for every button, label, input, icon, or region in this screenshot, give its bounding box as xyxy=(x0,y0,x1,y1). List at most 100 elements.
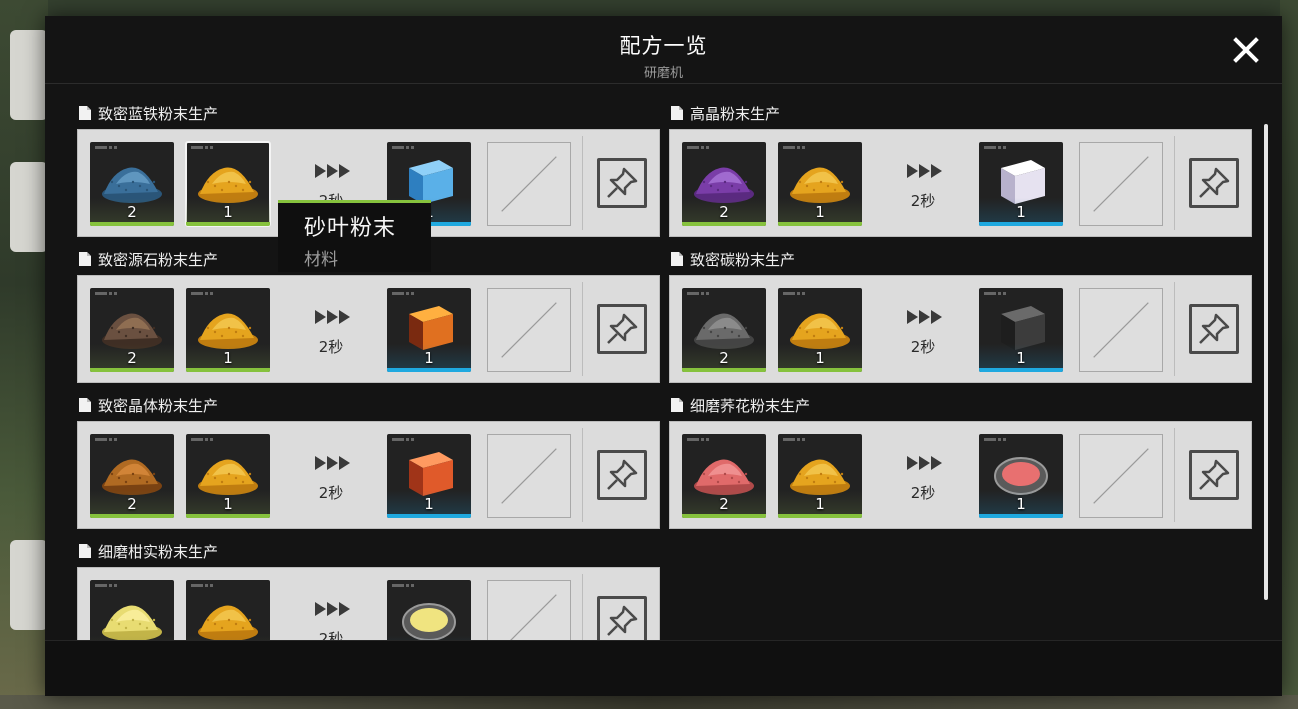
slot-meter xyxy=(783,438,805,442)
empty-slash-icon xyxy=(1093,302,1149,358)
modal-footer xyxy=(45,640,1282,696)
recipe-title: 致密蓝铁粉末生产 xyxy=(78,102,218,124)
item-quantity: 2 xyxy=(127,495,137,513)
input-slot[interactable]: 2 xyxy=(682,142,766,226)
input-slot[interactable]: 2 xyxy=(90,142,174,226)
slot-bar xyxy=(778,514,862,518)
slot-bar xyxy=(186,368,270,372)
input-slot[interactable]: 2 xyxy=(682,434,766,518)
pin-button[interactable] xyxy=(597,158,647,208)
slot-bar xyxy=(90,222,174,226)
input-slot[interactable]: 1 xyxy=(186,434,270,518)
side-tab xyxy=(10,30,48,120)
item-quantity: 2 xyxy=(719,495,729,513)
divider xyxy=(582,136,583,230)
process-arrow-icon xyxy=(903,456,945,472)
slot-meter xyxy=(783,292,805,296)
empty-slash-icon xyxy=(501,302,557,358)
slot-meter xyxy=(687,146,709,150)
recipe-card: 2 1 2秒 1 xyxy=(77,275,660,383)
recipe-title-text: 高晶粉末生产 xyxy=(690,104,781,123)
slot-meter xyxy=(191,146,213,150)
input-slot[interactable]: 1 xyxy=(778,288,862,372)
empty-slash-icon xyxy=(1093,156,1149,212)
document-icon xyxy=(671,106,683,120)
slot-bar xyxy=(90,514,174,518)
slot-meter xyxy=(191,292,213,296)
recipe-title: 致密碳粉末生产 xyxy=(670,248,795,270)
output-slot[interactable]: 1 xyxy=(979,142,1063,226)
output-slot[interactable]: 1 xyxy=(387,288,471,372)
output-slot[interactable]: 1 xyxy=(387,434,471,518)
recipe-group: 细磨柑实粉末生产212秒1 xyxy=(77,540,660,654)
input-slot[interactable]: 1 xyxy=(778,434,862,518)
pin-button[interactable] xyxy=(1189,304,1239,354)
slot-bar xyxy=(387,368,471,372)
recipe-list[interactable]: 致密蓝铁粉末生产212秒1高晶粉末生产212秒1致密源石粉末生产212秒1致密碳… xyxy=(45,100,1282,654)
slot-bar xyxy=(979,368,1063,372)
scrollbar-thumb[interactable] xyxy=(1264,124,1268,600)
empty-slot xyxy=(487,142,571,226)
input-slot[interactable]: 1 xyxy=(778,142,862,226)
recipe-title: 致密源石粉末生产 xyxy=(78,248,218,270)
process-arrow-icon xyxy=(903,310,945,326)
pin-icon xyxy=(607,313,638,344)
pin-button[interactable] xyxy=(1189,158,1239,208)
pin-icon xyxy=(607,167,638,198)
input-slot[interactable]: 2 xyxy=(682,288,766,372)
slot-meter xyxy=(95,146,117,150)
input-slot[interactable]: 1 xyxy=(185,141,271,227)
empty-slash-icon xyxy=(501,156,557,212)
slot-bar xyxy=(682,368,766,372)
item-quantity: 2 xyxy=(127,349,137,367)
item-quantity: 2 xyxy=(719,349,729,367)
tooltip-item-name: 砂叶粉末 xyxy=(304,216,397,241)
slot-meter xyxy=(191,438,213,442)
slot-meter xyxy=(95,584,117,588)
input-slot[interactable]: 2 xyxy=(90,434,174,518)
slot-bar xyxy=(186,514,270,518)
process-arrow-icon xyxy=(903,164,945,180)
document-icon xyxy=(79,106,91,120)
pin-icon xyxy=(1199,459,1230,490)
divider xyxy=(582,428,583,522)
scrollbar[interactable] xyxy=(1264,124,1268,600)
side-tab xyxy=(10,162,48,252)
process-arrow-icon xyxy=(311,602,353,618)
item-quantity: 1 xyxy=(424,495,434,513)
slot-bar xyxy=(387,514,471,518)
item-quantity: 1 xyxy=(1016,349,1026,367)
item-quantity: 1 xyxy=(223,495,233,513)
recipe-group: 致密晶体粉末生产 2 1 2秒 1 xyxy=(77,394,660,529)
pin-button[interactable] xyxy=(597,450,647,500)
close-icon[interactable] xyxy=(1228,32,1264,68)
recipe-card: 2 1 2秒 1 xyxy=(669,275,1252,383)
pin-button[interactable] xyxy=(597,304,647,354)
slot-meter xyxy=(984,438,1006,442)
document-icon xyxy=(79,544,91,558)
process-time: 2秒 xyxy=(910,192,936,210)
pin-button[interactable] xyxy=(597,596,647,646)
tooltip-item-type: 材料 xyxy=(304,250,338,270)
recipe-title-text: 致密源石粉末生产 xyxy=(98,250,219,269)
output-slot[interactable]: 1 xyxy=(979,434,1063,518)
input-slot[interactable]: 2 xyxy=(90,288,174,372)
recipe-title: 细磨柑实粉末生产 xyxy=(78,540,218,562)
pin-button[interactable] xyxy=(1189,450,1239,500)
empty-slot xyxy=(487,288,571,372)
item-quantity: 1 xyxy=(815,349,825,367)
slot-bar xyxy=(979,514,1063,518)
slot-meter xyxy=(392,584,414,588)
recipe-title-text: 细磨柑实粉末生产 xyxy=(98,542,219,561)
process-time: 2秒 xyxy=(910,338,936,356)
slot-bar xyxy=(979,222,1063,226)
slot-meter xyxy=(191,584,213,588)
input-slot[interactable]: 1 xyxy=(186,288,270,372)
slot-bar xyxy=(682,222,766,226)
slot-bar xyxy=(778,368,862,372)
document-icon xyxy=(79,252,91,266)
recipe-title-text: 致密碳粉末生产 xyxy=(690,250,796,269)
output-slot[interactable]: 1 xyxy=(979,288,1063,372)
recipe-title-text: 致密晶体粉末生产 xyxy=(98,396,219,415)
process-arrow-icon xyxy=(311,456,353,472)
